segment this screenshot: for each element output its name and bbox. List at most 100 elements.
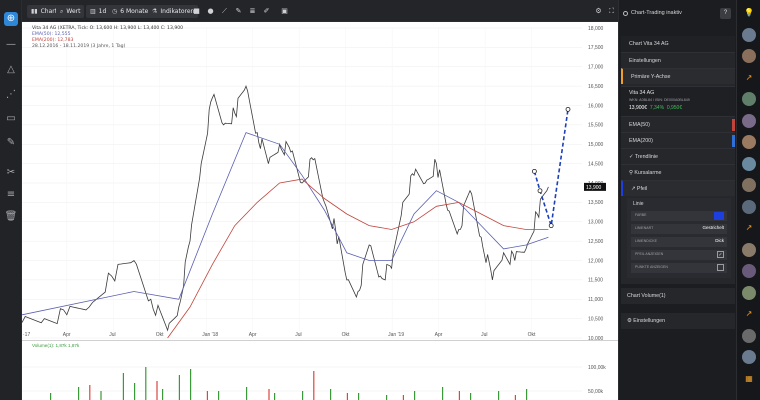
square-icon[interactable]: ■ (190, 5, 203, 18)
chart-up-icon[interactable]: ↗ (742, 71, 756, 85)
y-tick-label: 13,500 (588, 200, 604, 206)
help-button[interactable]: ? (720, 8, 731, 19)
y-tick-label: 10,500 (588, 316, 604, 322)
fibonacci-icon[interactable]: ≣ (246, 5, 259, 18)
crosshair-icon[interactable]: ⊕ (4, 12, 18, 26)
tools-icon[interactable]: ✂ (4, 166, 18, 180)
avatar[interactable] (742, 92, 756, 106)
y-tick-label: 11,500 (588, 278, 603, 284)
volume-bar-green (246, 387, 248, 400)
y-tick-label: 12,500 (588, 239, 604, 245)
avatar[interactable] (742, 285, 756, 300)
x-tick-label: Jul (109, 332, 115, 338)
ema50-label: EMA(50) (629, 122, 650, 128)
volume-bar-green (190, 369, 192, 400)
x-tick-label-cut: ·17 (23, 332, 30, 338)
price-alerts-row[interactable]: ⚲ Kursalarme (621, 164, 735, 180)
trash-icon[interactable]: 🗑 (4, 210, 18, 224)
chart-up-icon[interactable]: ↗ (742, 221, 756, 235)
show-arrow-checkbox[interactable]: ✓ (717, 251, 724, 258)
avatar[interactable] (742, 178, 756, 192)
y-tick-label: 13,000 (588, 220, 604, 226)
volume-bar-red (514, 395, 516, 400)
period-label: 6 Monate (120, 8, 149, 15)
draw-line-icon[interactable]: ⟋ (218, 5, 231, 18)
show-arrow-field[interactable]: PFEIL ANZEIGEN ✓ (631, 250, 727, 260)
stock-info[interactable]: Vita 34 AG WKN: A0BL84 / ISIN: DE000A0BL… (621, 86, 735, 116)
avatar[interactable] (742, 49, 756, 63)
volume-bar-green (145, 367, 147, 400)
price-chart[interactable]: 10,000 10,500 11,000 11,500 12,000 12,500 13,0… (22, 22, 618, 340)
screenshot-icon[interactable]: ▣ (278, 5, 291, 18)
chart-button-label: Chart (40, 8, 58, 15)
line-settings-title: Linie (633, 201, 644, 207)
chart-up-icon[interactable]: ↗ (742, 307, 756, 321)
delete-icon[interactable]: ▭ (4, 112, 18, 126)
primary-axis-row[interactable]: Primäre Y-Achse (621, 68, 735, 84)
layers-icon[interactable]: ≡ (4, 188, 18, 202)
horizontal-line-icon[interactable]: — (4, 38, 18, 52)
volume-chart[interactable]: 100,00k 50,00k Volume(1): 1,87k 1,87k (22, 340, 618, 400)
volume-settings-label: Einstellungen (633, 318, 666, 324)
color-field[interactable]: FARBE (631, 211, 727, 221)
volume-bar-green (134, 383, 136, 400)
volume-chart-svg: 100,00k 50,00k (22, 365, 606, 400)
line-type-field[interactable]: LINIENART Gestrichelt (631, 224, 727, 234)
period-button[interactable]: ◷ 6 Monate (108, 5, 153, 18)
settings-icon[interactable]: ⚙ (592, 5, 605, 18)
y-tick-label: 15,000 (588, 142, 604, 148)
stock-price-line: 13,900€ 7,34% 0,950€ (629, 105, 682, 111)
edit-icon[interactable]: ✎ (232, 5, 245, 18)
avatar[interactable] (742, 264, 756, 278)
pencil-icon[interactable]: ✎ (4, 136, 18, 150)
interval-label: 1d (98, 8, 107, 15)
avatar[interactable] (742, 350, 756, 364)
avatar[interactable] (742, 135, 756, 149)
volume-y-tick: 100,00k (588, 365, 606, 371)
x-tick-label: Okt (156, 332, 164, 338)
y-tick-label: 11,000 (588, 297, 603, 303)
volume-settings-row[interactable]: ⚙ Einstellungen (621, 313, 735, 329)
color-swatch[interactable] (714, 212, 724, 220)
avatar[interactable] (742, 328, 756, 343)
arrow-label: Pfeil (636, 186, 648, 192)
brush-icon[interactable]: ✐ (260, 5, 273, 18)
lightbulb-icon[interactable]: 💡 (742, 6, 756, 20)
chart-trading-panel: Chart-Trading inaktiv ? Chart Vita 34 AG… (618, 0, 736, 400)
triangle-icon[interactable]: △ (4, 63, 18, 77)
avatar[interactable] (742, 199, 756, 214)
volume-y-tick: 50,00k (588, 389, 604, 395)
pattern-icon[interactable]: ⋰ (4, 88, 18, 102)
wert-button[interactable]: ⌕ Wert (56, 5, 85, 18)
panel-title: Chart-Trading inaktiv (631, 10, 682, 16)
line-width-field[interactable]: LINIENDICKE Dick (631, 237, 727, 247)
grid-icon[interactable]: ▦ (742, 372, 756, 386)
y-tick-label: 17,500 (588, 45, 604, 51)
ema200-row[interactable]: EMA(200) (621, 132, 735, 148)
show-points-field[interactable]: PUNKTE ANZEIGEN (631, 263, 727, 273)
settings-row[interactable]: Einstellungen (621, 52, 735, 68)
avatar[interactable] (742, 156, 756, 171)
volume-legend: Volume(1): 1,87k 1,87k (32, 343, 80, 348)
y-tick-label: 12,000 (588, 258, 604, 264)
ema200-label: EMA(200) (629, 138, 653, 144)
avatar[interactable] (742, 113, 756, 128)
show-points-label: PUNKTE ANZEIGEN (635, 265, 668, 269)
trendline-label: Trendlinie (634, 154, 658, 160)
trendline-row[interactable]: ✓ Trendlinie (621, 148, 735, 164)
ema50-series-line (22, 132, 549, 316)
legend-ema200: EMA(200): 12,783 (32, 38, 74, 43)
volume-bar-green (122, 373, 124, 400)
volume-bar-green (442, 387, 444, 400)
volume-bar-red (156, 381, 158, 400)
avatar[interactable] (742, 27, 756, 42)
ema50-row[interactable]: EMA(50) (621, 116, 735, 132)
circle-icon[interactable]: ● (204, 5, 217, 18)
fullscreen-icon[interactable]: ⛶ (605, 5, 618, 18)
arrow-row[interactable]: ↗ Pfeil (621, 180, 735, 196)
show-points-checkbox[interactable] (717, 264, 724, 271)
interval-button[interactable]: ▥ 1d (86, 5, 111, 18)
volume-bar-green (358, 393, 360, 400)
avatar[interactable] (742, 242, 756, 257)
x-tick-label: Apr (249, 332, 257, 338)
